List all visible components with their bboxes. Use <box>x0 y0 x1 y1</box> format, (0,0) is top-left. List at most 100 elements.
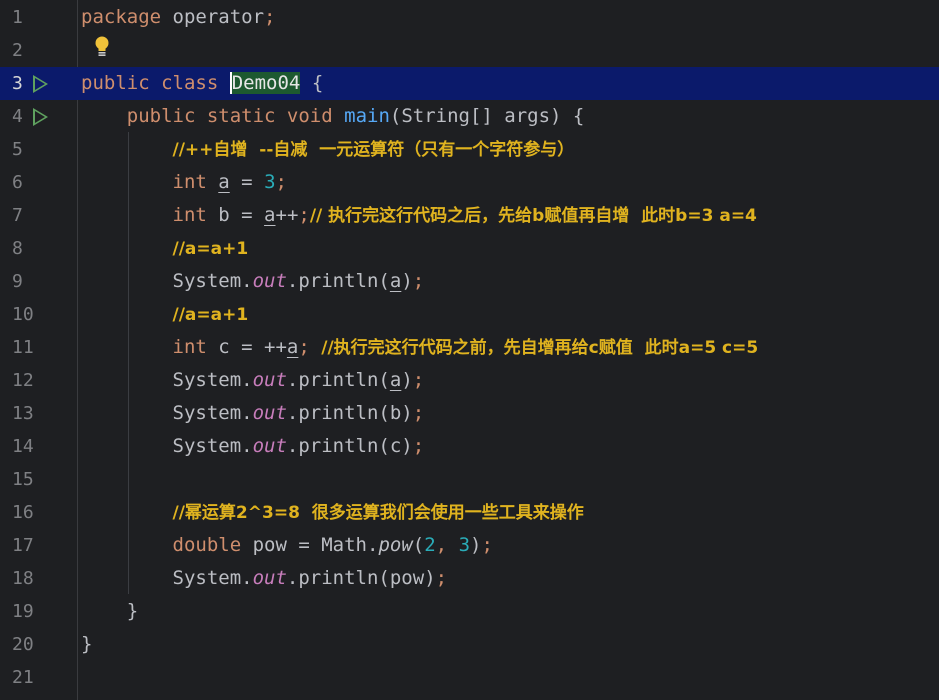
line-number: 7 <box>12 205 23 226</box>
code-line[interactable]: 5 //++自增 --自减 一元运算符（只有一个字符参与） <box>0 133 939 166</box>
code-text: System.out.println(a); <box>81 364 425 397</box>
code-text: System.out.println(pow); <box>81 562 448 595</box>
code-token: int <box>172 171 219 193</box>
code-line[interactable]: 15 <box>0 463 939 496</box>
code-line[interactable]: 13 System.out.println(b); <box>0 397 939 430</box>
code-token: 2 <box>424 534 436 556</box>
code-token: a <box>218 171 230 193</box>
code-text: public static void main(String[] args) { <box>81 100 585 133</box>
code-text: int c = ++a; //执行完这行代码之前，先自增再给c赋值 此时a=5 … <box>81 331 759 365</box>
code-editor[interactable]: 1 package operator; 2 3 public class Demo04 … <box>0 0 939 700</box>
code-token: ; <box>481 534 493 556</box>
code-token: } <box>81 600 139 622</box>
line-number: 14 <box>12 436 34 457</box>
line-number: 21 <box>12 667 34 688</box>
code-token: a <box>286 336 299 358</box>
code-token: a <box>389 270 402 292</box>
code-token: ( <box>412 534 425 556</box>
comment-token: // 执行完这行代码之后，先给b赋值再自增 此时b=3 a=4 <box>309 206 757 226</box>
code-token: .println(pow) <box>286 567 436 589</box>
code-token: out <box>252 567 287 589</box>
line-number: 8 <box>12 238 23 259</box>
code-token: c = ++ <box>218 336 287 358</box>
code-token: System. <box>172 567 253 589</box>
code-token: System. <box>172 369 253 391</box>
code-token: System. <box>172 270 253 292</box>
code-token: ; <box>435 567 448 589</box>
code-line[interactable]: 19 } <box>0 595 939 628</box>
code-token: 3 <box>458 534 471 556</box>
code-token: out <box>252 369 287 391</box>
code-token: = <box>229 171 265 193</box>
line-number: 15 <box>12 469 34 490</box>
code-token: ; <box>275 171 287 193</box>
line-number: 9 <box>12 271 23 292</box>
code-line[interactable]: 3 public class Demo04 { <box>0 67 939 100</box>
line-number: 6 <box>12 172 23 193</box>
code-line[interactable]: 14 System.out.println(c); <box>0 430 939 463</box>
code-text: int b = a++;// 执行完这行代码之后，先给b赋值再自增 此时b=3 … <box>81 199 757 233</box>
code-token: System. <box>172 435 253 457</box>
code-text: System.out.println(b); <box>81 397 425 430</box>
code-token: out <box>252 402 287 424</box>
code-token: , <box>435 534 459 556</box>
code-token: public <box>126 105 207 127</box>
code-line[interactable]: 12 System.out.println(a); <box>0 364 939 397</box>
code-text: //++自增 --自减 一元运算符（只有一个字符参与） <box>81 133 575 167</box>
code-line[interactable]: 11 int c = ++a; //执行完这行代码之前，先自增再给c赋值 此时a… <box>0 331 939 364</box>
run-gutter-icon[interactable] <box>33 108 48 126</box>
code-token: ; <box>298 336 322 358</box>
code-token: b = <box>218 204 265 226</box>
code-token: void <box>286 105 345 127</box>
code-line[interactable]: 9 System.out.println(a); <box>0 265 939 298</box>
comment-token: //++自增 --自减 一元运算符（只有一个字符参与） <box>172 140 575 160</box>
code-token: .println(c) <box>286 435 413 457</box>
code-text: double pow = Math.pow(2, 3); <box>81 529 493 562</box>
code-token: ; <box>412 402 425 424</box>
line-number: 17 <box>12 535 34 556</box>
code-token: double <box>172 534 253 556</box>
code-line[interactable]: 4 public static void main(String[] args)… <box>0 100 939 133</box>
code-line[interactable]: 18 System.out.println(pow); <box>0 562 939 595</box>
comment-token: //a=a+1 <box>172 305 249 325</box>
code-line[interactable]: 10 //a=a+1 <box>0 298 939 331</box>
code-line[interactable]: 17 double pow = Math.pow(2, 3); <box>0 529 939 562</box>
code-token: ; <box>412 435 425 457</box>
run-gutter-icon[interactable] <box>33 75 48 93</box>
code-token: class <box>161 72 230 94</box>
code-line[interactable]: 2 <box>0 34 939 67</box>
code-line[interactable]: 8 //a=a+1 <box>0 232 939 265</box>
code-text: } <box>81 628 92 661</box>
code-line[interactable]: 16 //幂运算2^3=8 很多运算我们会使用一些工具来操作 <box>0 496 939 529</box>
code-token: pow = Math. <box>252 534 379 556</box>
code-text: public class Demo04 { <box>81 67 323 100</box>
code-line[interactable]: 1 package operator; <box>0 1 939 34</box>
code-token: 3 <box>264 171 276 193</box>
code-line[interactable]: 21 <box>0 661 939 694</box>
code-text: //幂运算2^3=8 很多运算我们会使用一些工具来操作 <box>81 496 584 530</box>
code-text: package operator; <box>81 1 275 34</box>
code-token: ; <box>264 6 276 28</box>
code-token: a <box>264 204 276 226</box>
code-token: public <box>81 72 162 94</box>
code-token: static <box>206 105 287 127</box>
line-number: 18 <box>12 568 34 589</box>
line-number: 20 <box>12 634 34 655</box>
code-line[interactable]: 7 int b = a++;// 执行完这行代码之后，先给b赋值再自增 此时b=… <box>0 199 939 232</box>
code-token: ++ <box>275 204 299 226</box>
code-line[interactable]: 20} <box>0 628 939 661</box>
line-number: 11 <box>12 337 34 358</box>
line-number: 10 <box>12 304 34 325</box>
code-token: ; <box>412 369 425 391</box>
code-line[interactable]: 6 int a = 3; <box>0 166 939 199</box>
